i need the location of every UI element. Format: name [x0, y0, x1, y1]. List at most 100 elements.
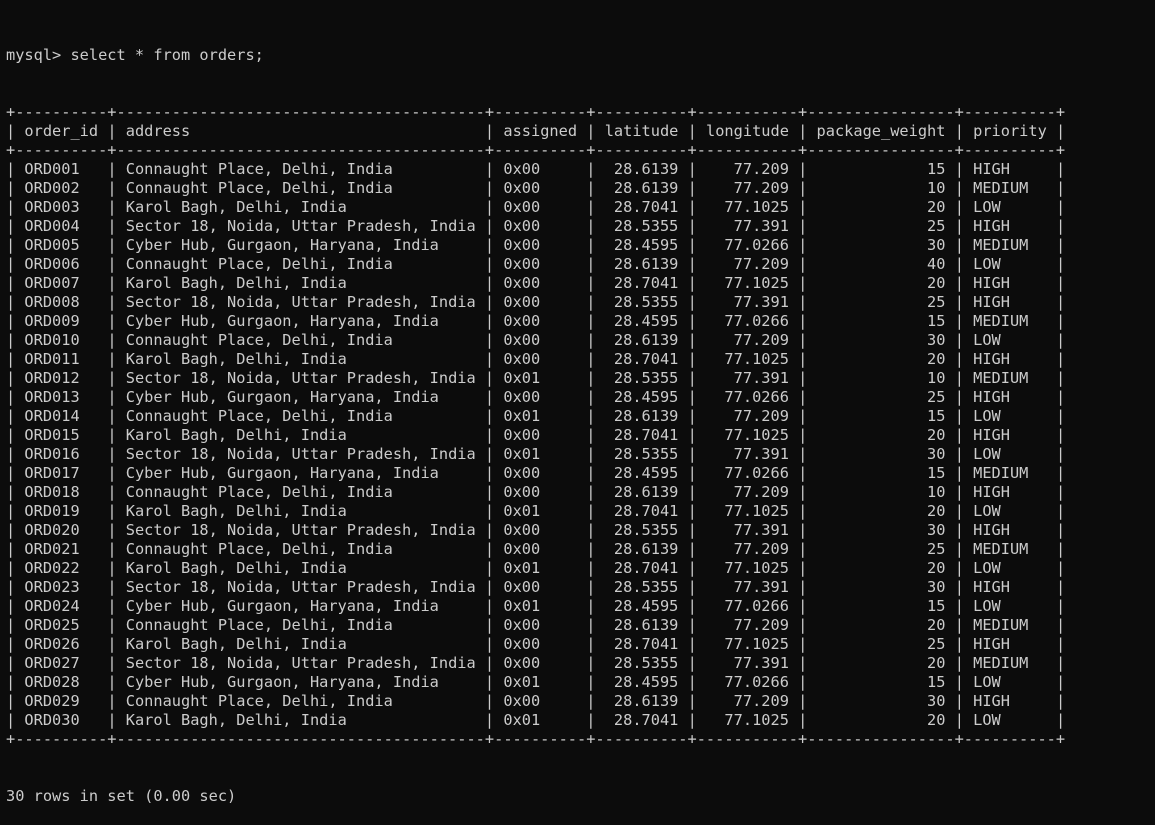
table-cell-priority: HIGH: [973, 426, 1047, 444]
table-cell-order-id: ORD008: [24, 293, 99, 311]
table-cell-latitude: 28.7041: [604, 274, 679, 292]
table-cell-longitude: 77.0266: [706, 597, 789, 615]
table-cell-order-id: ORD016: [24, 445, 99, 463]
table-row: | ORD021 | Connaught Place, Delhi, India…: [6, 540, 1066, 558]
table-cell-longitude: 77.209: [706, 616, 789, 634]
table-cell-latitude: 28.4595: [604, 464, 679, 482]
table-row: | ORD009 | Cyber Hub, Gurgaon, Haryana, …: [6, 312, 1066, 330]
table-cell-assigned: 0x00: [503, 217, 578, 235]
table-row: | ORD025 | Connaught Place, Delhi, India…: [6, 616, 1066, 634]
table-cell-address: Connaught Place, Delhi, India: [125, 331, 476, 349]
table-cell-package-weight: 30: [816, 521, 946, 539]
table-cell-assigned: 0x01: [503, 597, 578, 615]
table-cell-package-weight: 30: [816, 236, 946, 254]
table-row: | ORD007 | Karol Bagh, Delhi, India | 0x…: [6, 274, 1066, 292]
table-cell-order-id: ORD018: [24, 483, 99, 501]
table-row: | ORD002 | Connaught Place, Delhi, India…: [6, 179, 1066, 197]
table-cell-order-id: ORD004: [24, 217, 99, 235]
table-cell-assigned: 0x00: [503, 654, 578, 672]
table-cell-assigned: 0x01: [503, 369, 578, 387]
table-cell-address: Cyber Hub, Gurgaon, Haryana, India: [125, 388, 476, 406]
table-row: | ORD019 | Karol Bagh, Delhi, India | 0x…: [6, 502, 1066, 520]
table-cell-order-id: ORD003: [24, 198, 99, 216]
table-cell-longitude: 77.1025: [706, 274, 789, 292]
table-cell-address: Karol Bagh, Delhi, India: [125, 198, 476, 216]
table-cell-package-weight: 20: [816, 350, 946, 368]
table-cell-priority: HIGH: [973, 578, 1047, 596]
table-cell-order-id: ORD001: [24, 160, 99, 178]
table-cell-latitude: 28.6139: [604, 616, 679, 634]
table-cell-order-id: ORD007: [24, 274, 99, 292]
table-cell-longitude: 77.391: [706, 578, 789, 596]
table-cell-address: Sector 18, Noida, Uttar Pradesh, India: [125, 445, 476, 463]
table-cell-package-weight: 15: [816, 407, 946, 425]
table-cell-address: Karol Bagh, Delhi, India: [125, 502, 476, 520]
table-border-top: +----------+----------------------------…: [6, 103, 1066, 121]
table-cell-package-weight: 20: [816, 616, 946, 634]
table-cell-assigned: 0x00: [503, 160, 578, 178]
table-cell-assigned: 0x00: [503, 692, 578, 710]
table-cell-longitude: 77.0266: [706, 388, 789, 406]
table-cell-order-id: ORD028: [24, 673, 99, 691]
table-cell-assigned: 0x00: [503, 293, 578, 311]
table-cell-address: Karol Bagh, Delhi, India: [125, 559, 476, 577]
terminal-window[interactable]: mysql> select * from orders; +----------…: [6, 8, 1065, 825]
table-cell-address: Sector 18, Noida, Uttar Pradesh, India: [125, 654, 476, 672]
table-cell-longitude: 77.209: [706, 179, 789, 197]
table-cell-assigned: 0x00: [503, 312, 578, 330]
column-header-longitude: longitude: [706, 122, 789, 140]
table-cell-order-id: ORD027: [24, 654, 99, 672]
table-cell-package-weight: 15: [816, 597, 946, 615]
table-cell-address: Connaught Place, Delhi, India: [125, 540, 476, 558]
table-cell-longitude: 77.391: [706, 654, 789, 672]
table-cell-priority: HIGH: [973, 274, 1047, 292]
mysql-prompt: mysql>: [6, 46, 71, 64]
table-cell-priority: HIGH: [973, 521, 1047, 539]
table-cell-longitude: 77.391: [706, 217, 789, 235]
result-summary: 30 rows in set (0.00 sec): [6, 787, 237, 805]
table-row: | ORD010 | Connaught Place, Delhi, India…: [6, 331, 1066, 349]
table-cell-priority: MEDIUM: [973, 236, 1047, 254]
table-cell-address: Connaught Place, Delhi, India: [125, 255, 476, 273]
table-row: | ORD005 | Cyber Hub, Gurgaon, Haryana, …: [6, 236, 1066, 254]
column-header-priority: priority: [973, 122, 1047, 140]
table-cell-priority: MEDIUM: [973, 464, 1047, 482]
table-cell-latitude: 28.7041: [604, 502, 679, 520]
table-cell-priority: LOW: [973, 673, 1047, 691]
table-cell-address: Karol Bagh, Delhi, India: [125, 635, 476, 653]
table-cell-order-id: ORD013: [24, 388, 99, 406]
table-cell-order-id: ORD015: [24, 426, 99, 444]
table-cell-latitude: 28.5355: [604, 293, 679, 311]
table-cell-package-weight: 10: [816, 179, 946, 197]
table-cell-assigned: 0x00: [503, 179, 578, 197]
table-cell-order-id: ORD022: [24, 559, 99, 577]
table-cell-latitude: 28.4595: [604, 597, 679, 615]
table-row: | ORD001 | Connaught Place, Delhi, India…: [6, 160, 1066, 178]
table-cell-latitude: 28.7041: [604, 635, 679, 653]
table-cell-latitude: 28.5355: [604, 445, 679, 463]
table-cell-package-weight: 20: [816, 711, 946, 729]
table-cell-package-weight: 20: [816, 426, 946, 444]
table-cell-package-weight: 25: [816, 540, 946, 558]
table-row: | ORD015 | Karol Bagh, Delhi, India | 0x…: [6, 426, 1066, 444]
table-cell-package-weight: 40: [816, 255, 946, 273]
table-cell-priority: MEDIUM: [973, 369, 1047, 387]
table-cell-priority: MEDIUM: [973, 179, 1047, 197]
table-cell-latitude: 28.6139: [604, 692, 679, 710]
table-cell-longitude: 77.1025: [706, 426, 789, 444]
table-cell-latitude: 28.7041: [604, 198, 679, 216]
table-row: | ORD024 | Cyber Hub, Gurgaon, Haryana, …: [6, 597, 1066, 615]
table-cell-address: Connaught Place, Delhi, India: [125, 160, 476, 178]
table-cell-latitude: 28.6139: [604, 483, 679, 501]
table-cell-package-weight: 25: [816, 388, 946, 406]
table-cell-address: Sector 18, Noida, Uttar Pradesh, India: [125, 217, 476, 235]
table-cell-longitude: 77.209: [706, 255, 789, 273]
table-cell-priority: LOW: [973, 331, 1047, 349]
table-cell-priority: LOW: [973, 445, 1047, 463]
table-cell-longitude: 77.391: [706, 369, 789, 387]
table-cell-package-weight: 10: [816, 369, 946, 387]
table-cell-latitude: 28.7041: [604, 711, 679, 729]
table-cell-priority: LOW: [973, 597, 1047, 615]
table-cell-priority: MEDIUM: [973, 616, 1047, 634]
table-cell-latitude: 28.7041: [604, 350, 679, 368]
